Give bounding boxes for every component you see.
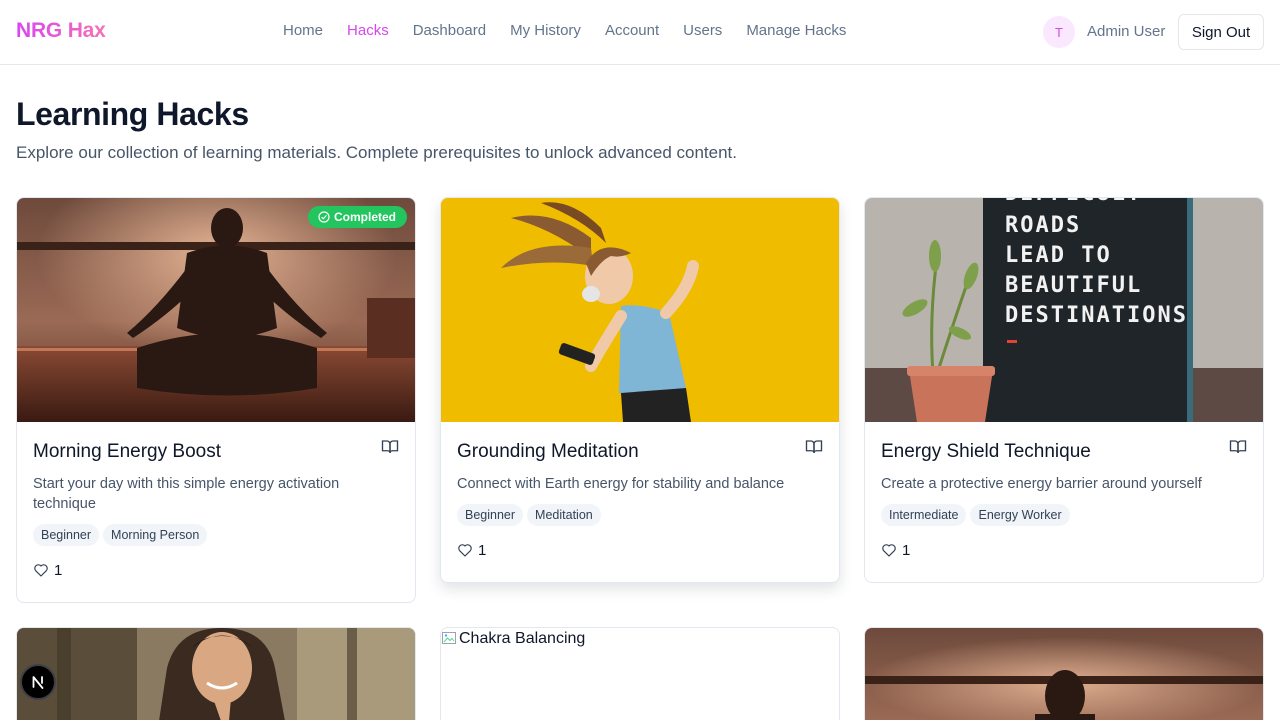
tag: Intermediate [881,504,967,526]
nav-users[interactable]: Users [683,22,722,39]
card-title[interactable]: Morning Energy Boost [33,440,399,464]
letterboard-line: BEAUTIFUL [1005,273,1142,298]
letterboard-line: ROADS [1005,213,1081,238]
hack-card[interactable] [16,627,416,720]
heart-icon [882,544,896,557]
top-navigation-bar: NRG Hax Home Hacks Dashboard My History … [0,0,1280,65]
letterboard-line: DIFFICULT [1005,198,1142,206]
completed-badge-label: Completed [333,210,396,224]
like-count: 1 [902,541,911,559]
book-open-icon[interactable] [381,438,399,456]
main-nav: Home Hacks Dashboard My History Account … [283,22,846,39]
nav-home[interactable]: Home [283,22,323,39]
card-tags: Beginner Meditation [457,504,823,526]
book-open-icon[interactable] [805,438,823,456]
card-description: Start your day with this simple energy a… [33,476,340,512]
card-image: DIFFICULT ROADS LEAD TO BEAUTIFUL DESTIN… [865,198,1263,422]
nav-dashboard[interactable]: Dashboard [413,22,486,39]
nextjs-logo-icon [32,676,44,689]
card-tags: Beginner Morning Person [33,524,399,546]
nav-hacks[interactable]: Hacks [347,22,389,39]
heart-icon [34,564,48,577]
nav-my-history[interactable]: My History [510,22,581,39]
user-name: Admin User [1087,23,1166,40]
completed-badge: Completed [307,206,407,228]
brand-logo[interactable]: NRG Hax [16,19,106,43]
nextjs-dev-indicator[interactable] [20,664,56,700]
tag: Meditation [527,504,601,526]
hack-card[interactable]: Chakra Balancing [440,627,840,720]
letterboard-plant-image: DIFFICULT ROADS LEAD TO BEAUTIFUL DESTIN… [865,198,1263,422]
tag: Beginner [457,504,524,526]
tag: Morning Person [103,524,208,546]
hack-card[interactable] [864,627,1264,720]
woman-praying-image [17,628,415,720]
card-tags: Intermediate Energy Worker [881,504,1247,526]
hack-card[interactable]: Grounding Meditation Connect with Earth … [440,197,840,583]
nav-account[interactable]: Account [605,22,659,39]
card-body: Energy Shield Technique Create a protect… [865,422,1263,576]
card-description: Create a protective energy barrier aroun… [881,476,1202,492]
heart-icon [458,544,472,557]
page-title: Learning Hacks [16,96,249,132]
card-description: Connect with Earth energy for stability … [457,476,785,492]
page-subtitle: Explore our collection of learning mater… [16,143,738,162]
hack-card[interactable]: Completed Morning Energy Boost Start you… [16,197,416,603]
sign-out-button[interactable]: Sign Out [1178,14,1264,50]
card-image [441,198,839,422]
nav-manage-hacks[interactable]: Manage Hacks [746,22,846,39]
tag: Energy Worker [970,504,1070,526]
book-open-icon[interactable] [1229,438,1247,456]
meditation-silhouette-image [17,198,415,422]
letterboard-line: DESTINATIONS [1005,303,1188,328]
card-title[interactable]: Energy Shield Technique [881,440,1247,464]
woman-headphones-image [441,198,839,422]
like-count: 1 [54,561,63,579]
card-image: Completed [17,198,415,422]
card-body: Morning Energy Boost Start your day with… [17,422,415,596]
card-title[interactable]: Grounding Meditation [457,440,823,464]
image-alt-text: Chakra Balancing [459,630,586,647]
user-avatar[interactable]: T [1043,16,1075,48]
broken-image-icon [442,632,456,644]
card-body: Grounding Meditation Connect with Earth … [441,422,839,576]
tag: Beginner [33,524,100,546]
like-count: 1 [478,541,487,559]
like-button[interactable]: 1 [881,540,1247,560]
like-button[interactable]: 1 [33,560,399,580]
check-circle-icon [318,211,330,223]
broken-image: Chakra Balancing [441,628,585,648]
hack-card[interactable]: DIFFICULT ROADS LEAD TO BEAUTIFUL DESTIN… [864,197,1264,583]
like-button[interactable]: 1 [457,540,823,560]
letterboard-line: LEAD TO [1005,243,1112,268]
meditation-silhouette-image [865,628,1263,720]
